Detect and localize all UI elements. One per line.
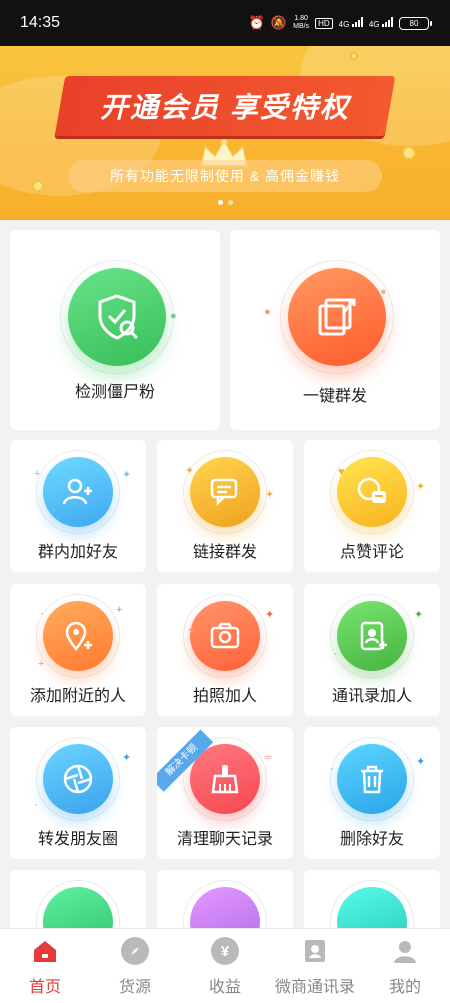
sparkle-icon: ✦ <box>414 609 424 621</box>
aperture-icon <box>43 744 113 814</box>
sparkle-icon: ✦ <box>185 465 195 477</box>
feature-label: 点赞评论 <box>339 544 404 561</box>
add-friend-icon <box>43 457 113 527</box>
vip-banner[interactable]: 开通会员 享受特权 所有功能无限制使用 & 高佣金赚钱 <box>0 46 450 220</box>
contacts-book-icon <box>337 601 407 671</box>
camera-icon <box>190 601 260 671</box>
tab-contacts[interactable]: 微商通讯录 <box>270 929 360 1003</box>
feature-label: 通讯录加人 <box>331 688 412 705</box>
sparkle-icon: ☕ <box>263 750 273 762</box>
chat-bubbles-icon <box>190 457 260 527</box>
status-bar: 14:35 ⏰ 🔕 1.80 MB/s HD 4G 4G 80 <box>0 0 450 46</box>
feature-card-mass-send[interactable]: ● ● 一键群发 <box>230 230 440 430</box>
status-time: 14:35 <box>20 14 61 31</box>
tab-me[interactable]: 我的 <box>360 929 450 1003</box>
sparkle-icon: ✦ <box>265 609 275 621</box>
carousel-dot[interactable] <box>217 200 223 205</box>
feature-card[interactable]: + + · 添加附近的人 <box>10 584 146 716</box>
signal-1-icon: 4G <box>339 17 363 29</box>
alarm-icon: ⏰ <box>248 15 265 30</box>
mute-icon: 🔕 <box>270 15 288 30</box>
banner-title: 开通会员 享受特权 <box>100 92 350 123</box>
feature-card[interactable] <box>304 870 440 928</box>
bottom-tab-bar: 首页 货源 ¥ 收益 微商通讯录 我的 <box>0 928 450 1003</box>
sparkle-icon: + <box>116 604 123 616</box>
feature-label: 群内加好友 <box>37 544 118 561</box>
feature-card[interactable]: ✦ ✦ 拍照加人 <box>157 584 293 716</box>
sparkle-icon: + <box>34 468 41 480</box>
feature-label: 链接群发 <box>192 544 257 561</box>
sparkle-icon: ✦ <box>187 625 197 637</box>
status-icons: ⏰ 🔕 1.80 MB/s HD 4G 4G 80 <box>249 15 432 31</box>
feature-label: 拍照加人 <box>192 688 257 705</box>
sparkle-icon: · <box>334 648 338 660</box>
feature-card[interactable] <box>157 870 293 928</box>
sparkle-icon: ✦ <box>122 752 132 764</box>
feature-card[interactable]: ♥ ✦ 点赞评论 <box>304 440 440 572</box>
feature-label: 转发朋友圈 <box>37 831 118 848</box>
compass-icon <box>121 937 149 965</box>
profile-icon <box>391 937 419 965</box>
sparkle-icon: · <box>330 763 334 775</box>
feature-card[interactable]: ☕ 解决卡顿 清理聊天记录 <box>157 727 293 859</box>
feature-label: 一键群发 <box>302 388 367 405</box>
comment-bubbles-icon <box>337 457 407 527</box>
contact-card-icon <box>301 937 329 965</box>
hd-badge: HD <box>315 17 333 29</box>
location-pin-icon <box>43 601 113 671</box>
home-icon <box>31 937 59 965</box>
yuan-icon: ¥ <box>211 937 239 965</box>
feature-card[interactable]: ✦ · 转发朋友圈 <box>10 727 146 859</box>
feature-label: 删除好友 <box>339 831 404 848</box>
sparkle-icon: ✦ <box>122 469 132 481</box>
carousel-dots <box>0 200 450 205</box>
coin-icon <box>350 52 358 60</box>
feature-card-detect-zombie[interactable]: ● 检测僵尸粉 <box>10 230 220 430</box>
feature-label: 添加附近的人 <box>29 688 126 705</box>
feature-card[interactable]: ✦ + 群内加好友 <box>10 440 146 572</box>
banner-subtitle: 所有功能无限制使用 & 高佣金赚钱 <box>68 160 382 192</box>
feature-card[interactable]: · ✦ 删除好友 <box>304 727 440 859</box>
share-cards-icon <box>288 268 386 366</box>
sparkle-icon: ♥ <box>338 466 345 478</box>
sparkle-icon: ✦ <box>265 489 275 501</box>
signal-2-icon: 4G <box>369 17 393 29</box>
battery-icon: 80 <box>399 16 432 30</box>
feature-card[interactable] <box>10 870 146 928</box>
feature-label: 清理聊天记录 <box>176 831 273 848</box>
coin-icon <box>402 146 416 160</box>
feature-card[interactable]: ✦ ✦ 链接群发 <box>157 440 293 572</box>
sparkle-icon: · <box>40 608 44 620</box>
feature-label: 检测僵尸粉 <box>74 384 155 401</box>
shield-search-icon <box>68 268 166 366</box>
sparkle-icon: + <box>38 658 45 670</box>
network-speed: 1.80 MB/s <box>293 15 310 30</box>
feature-card[interactable]: ✦ · 通讯录加人 <box>304 584 440 716</box>
tab-home[interactable]: 首页 <box>0 929 90 1003</box>
coin-icon <box>32 180 44 192</box>
carousel-dot[interactable] <box>227 200 233 205</box>
sparkle-icon: ✦ <box>416 756 426 768</box>
tab-supply[interactable]: 货源 <box>90 929 180 1003</box>
sparkle-icon: ✦ <box>416 481 426 493</box>
tab-earnings[interactable]: ¥ 收益 <box>180 929 270 1003</box>
trash-icon <box>337 744 407 814</box>
sparkle-icon: · <box>34 799 38 811</box>
